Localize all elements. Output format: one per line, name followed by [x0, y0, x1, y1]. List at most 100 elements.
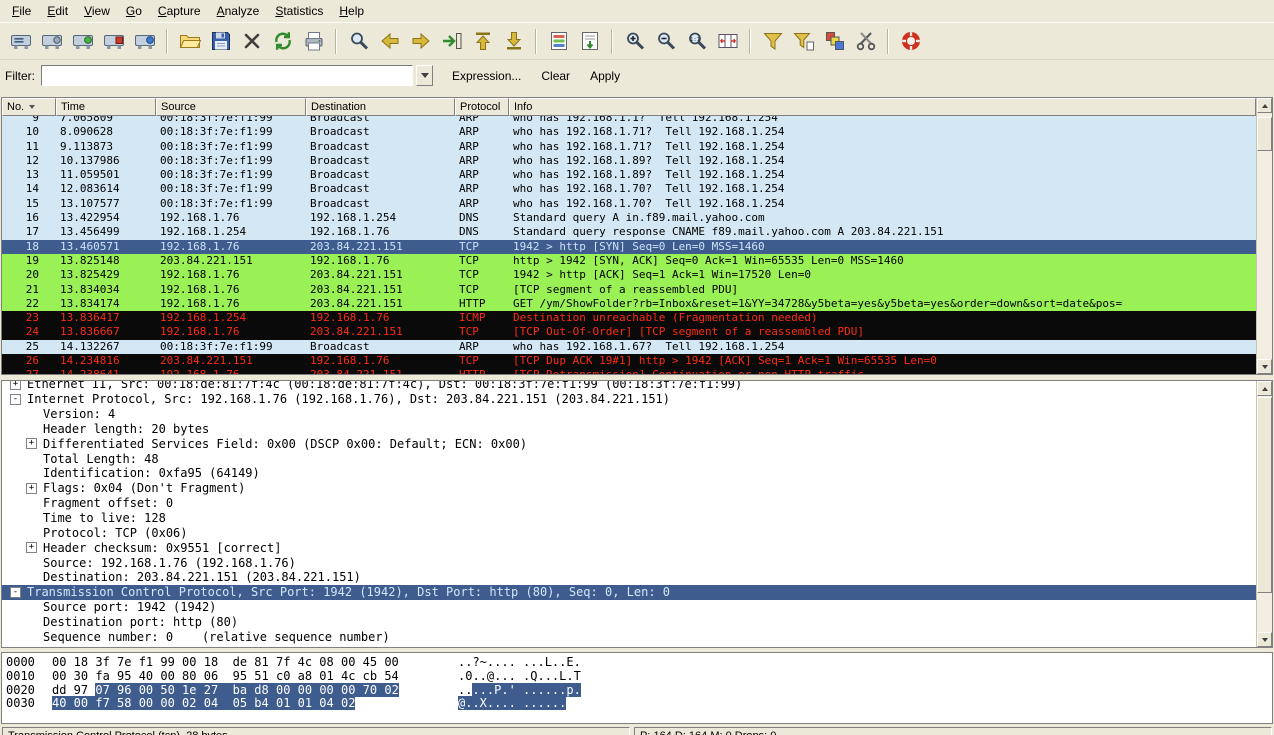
- packet-list[interactable]: 97.06580900:18:3f:7e:f1:99BroadcastARPwh…: [2, 116, 1256, 374]
- help-button[interactable]: [895, 26, 926, 57]
- packet-row-24[interactable]: 2413.836667192.168.1.76203.84.221.151TCP…: [2, 325, 1256, 339]
- packet-details-tree[interactable]: +Ethernet II, Src: 00:18:de:81:7f:4c (00…: [2, 381, 1256, 647]
- clear-button[interactable]: Clear: [532, 66, 579, 86]
- zoom-in-button[interactable]: [619, 26, 650, 57]
- detail-line-15[interactable]: Source port: 1942 (1942): [2, 600, 1256, 615]
- start-capture-button[interactable]: [67, 26, 98, 57]
- packet-list-scrollbar[interactable]: [1256, 98, 1272, 374]
- details-scrollbar[interactable]: [1256, 381, 1272, 647]
- menu-help[interactable]: Help: [331, 1, 372, 21]
- resize-columns-button[interactable]: [712, 26, 743, 57]
- detail-line-6[interactable]: Identification: 0xfa95 (64149): [2, 466, 1256, 481]
- open-file-button[interactable]: [174, 26, 205, 57]
- coloring-rules-button[interactable]: [819, 26, 850, 57]
- detail-line-0[interactable]: +Ethernet II, Src: 00:18:de:81:7f:4c (00…: [2, 381, 1256, 392]
- menu-view[interactable]: View: [76, 1, 118, 21]
- packet-row-25[interactable]: 2514.13226700:18:3f:7e:f1:99BroadcastARP…: [2, 340, 1256, 354]
- go-to-packet-button[interactable]: [436, 26, 467, 57]
- capture-options-button[interactable]: [36, 26, 67, 57]
- packet-row-20[interactable]: 2013.825429192.168.1.76203.84.221.151TCP…: [2, 268, 1256, 282]
- packet-row-16[interactable]: 1613.422954192.168.1.76192.168.1.254DNSS…: [2, 211, 1256, 225]
- collapse-toggle-icon[interactable]: -: [10, 394, 21, 405]
- print-button[interactable]: [298, 26, 329, 57]
- packet-row-15[interactable]: 1513.10757700:18:3f:7e:f1:99BroadcastARP…: [2, 197, 1256, 211]
- expand-toggle-icon[interactable]: +: [10, 381, 21, 390]
- find-packet-button[interactable]: [343, 26, 374, 57]
- detail-line-11[interactable]: +Header checksum: 0x9551 [correct]: [2, 540, 1256, 555]
- detail-line-1[interactable]: -Internet Protocol, Src: 192.168.1.76 (1…: [2, 392, 1256, 407]
- detail-line-7[interactable]: +Flags: 0x04 (Don't Fragment): [2, 481, 1256, 496]
- hex-line-1[interactable]: 001000 30 fa 95 40 00 80 06 95 51 c0 a8 …: [6, 670, 1268, 684]
- hex-line-0[interactable]: 000000 18 3f 7e f1 99 00 18 de 81 7f 4c …: [6, 656, 1268, 670]
- display-filter-button[interactable]: [788, 26, 819, 57]
- menu-edit[interactable]: Edit: [39, 1, 76, 21]
- go-to-bottom-button[interactable]: [498, 26, 529, 57]
- menu-go[interactable]: Go: [118, 1, 150, 21]
- restart-capture-button[interactable]: [129, 26, 160, 57]
- reload-button[interactable]: [267, 26, 298, 57]
- filter-dropdown-button[interactable]: [416, 65, 433, 86]
- detail-line-12[interactable]: Source: 192.168.1.76 (192.168.1.76): [2, 555, 1256, 570]
- menu-capture[interactable]: Capture: [150, 1, 209, 21]
- packet-row-11[interactable]: 119.11387300:18:3f:7e:f1:99BroadcastARPw…: [2, 140, 1256, 154]
- menu-statistics[interactable]: Statistics: [267, 1, 331, 21]
- scrollbar-track[interactable]: [1257, 396, 1272, 632]
- list-interfaces-button[interactable]: [5, 26, 36, 57]
- menu-analyze[interactable]: Analyze: [209, 1, 268, 21]
- go-to-top-button[interactable]: [467, 26, 498, 57]
- scroll-down-arrow[interactable]: [1257, 359, 1272, 374]
- detail-line-16[interactable]: Destination port: http (80): [2, 615, 1256, 630]
- auto-scroll-button[interactable]: [574, 26, 605, 57]
- detail-line-14[interactable]: -Transmission Control Protocol, Src Port…: [2, 585, 1256, 600]
- packet-row-22[interactable]: 2213.834174192.168.1.76203.84.221.151HTT…: [2, 297, 1256, 311]
- scroll-up-arrow[interactable]: [1257, 98, 1272, 113]
- expand-toggle-icon[interactable]: +: [26, 438, 37, 449]
- hex-line-3[interactable]: 003040 00 f7 58 00 00 02 04 05 b4 01 01 …: [6, 697, 1268, 711]
- packet-row-23[interactable]: 2313.836417192.168.1.254192.168.1.76ICMP…: [2, 311, 1256, 325]
- go-back-button[interactable]: [374, 26, 405, 57]
- go-forward-button[interactable]: [405, 26, 436, 57]
- expression-button[interactable]: Expression...: [443, 66, 530, 86]
- apply-button[interactable]: Apply: [581, 66, 629, 86]
- column-header-no[interactable]: No.: [2, 98, 56, 116]
- filter-input[interactable]: [41, 65, 413, 86]
- zoom-100-button[interactable]: 1:1: [681, 26, 712, 57]
- packet-row-13[interactable]: 1311.05950100:18:3f:7e:f1:99BroadcastARP…: [2, 168, 1256, 182]
- expand-toggle-icon[interactable]: +: [26, 542, 37, 553]
- scroll-down-arrow[interactable]: [1257, 632, 1272, 647]
- detail-line-8[interactable]: Fragment offset: 0: [2, 496, 1256, 511]
- capture-filter-button[interactable]: [757, 26, 788, 57]
- detail-line-3[interactable]: Header length: 20 bytes: [2, 422, 1256, 437]
- preferences-button[interactable]: [850, 26, 881, 57]
- detail-line-5[interactable]: Total Length: 48: [2, 451, 1256, 466]
- scrollbar-track[interactable]: [1257, 113, 1272, 359]
- column-header-source[interactable]: Source: [156, 98, 306, 116]
- colorize-button[interactable]: [543, 26, 574, 57]
- stop-capture-button[interactable]: [98, 26, 129, 57]
- save-file-button[interactable]: [205, 26, 236, 57]
- packet-row-14[interactable]: 1412.08361400:18:3f:7e:f1:99BroadcastARP…: [2, 182, 1256, 196]
- detail-line-10[interactable]: Protocol: TCP (0x06): [2, 525, 1256, 540]
- hex-dump[interactable]: 000000 18 3f 7e f1 99 00 18 de 81 7f 4c …: [6, 656, 1268, 711]
- column-header-time[interactable]: Time: [56, 98, 156, 116]
- scrollbar-thumb[interactable]: [1257, 397, 1272, 593]
- packet-row-19[interactable]: 1913.825148203.84.221.151192.168.1.76TCP…: [2, 254, 1256, 268]
- zoom-out-button[interactable]: [650, 26, 681, 57]
- detail-line-2[interactable]: Version: 4: [2, 407, 1256, 422]
- detail-line-17[interactable]: Sequence number: 0 (relative sequence nu…: [2, 629, 1256, 644]
- packet-row-12[interactable]: 1210.13798600:18:3f:7e:f1:99BroadcastARP…: [2, 154, 1256, 168]
- detail-line-4[interactable]: +Differentiated Services Field: 0x00 (DS…: [2, 436, 1256, 451]
- detail-line-13[interactable]: Destination: 203.84.221.151 (203.84.221.…: [2, 570, 1256, 585]
- packet-row-17[interactable]: 1713.456499192.168.1.254192.168.1.76DNSS…: [2, 225, 1256, 239]
- expand-toggle-icon[interactable]: +: [26, 483, 37, 494]
- hex-line-2[interactable]: 0020dd 97 07 96 00 50 1e 27 ba d8 00 00 …: [6, 684, 1268, 698]
- column-header-info[interactable]: Info: [509, 98, 1256, 116]
- packet-row-21[interactable]: 2113.834034192.168.1.76203.84.221.151TCP…: [2, 283, 1256, 297]
- packet-row-9[interactable]: 97.06580900:18:3f:7e:f1:99BroadcastARPwh…: [2, 116, 1256, 125]
- packet-row-27[interactable]: 2714.238641192.168.1.76203.84.221.151HTT…: [2, 368, 1256, 374]
- column-header-destination[interactable]: Destination: [306, 98, 455, 116]
- packet-row-18[interactable]: 1813.460571192.168.1.76203.84.221.151TCP…: [2, 240, 1256, 254]
- menu-file[interactable]: File: [4, 1, 39, 21]
- scrollbar-thumb[interactable]: [1257, 117, 1272, 151]
- packet-row-26[interactable]: 2614.234816203.84.221.151192.168.1.76TCP…: [2, 354, 1256, 368]
